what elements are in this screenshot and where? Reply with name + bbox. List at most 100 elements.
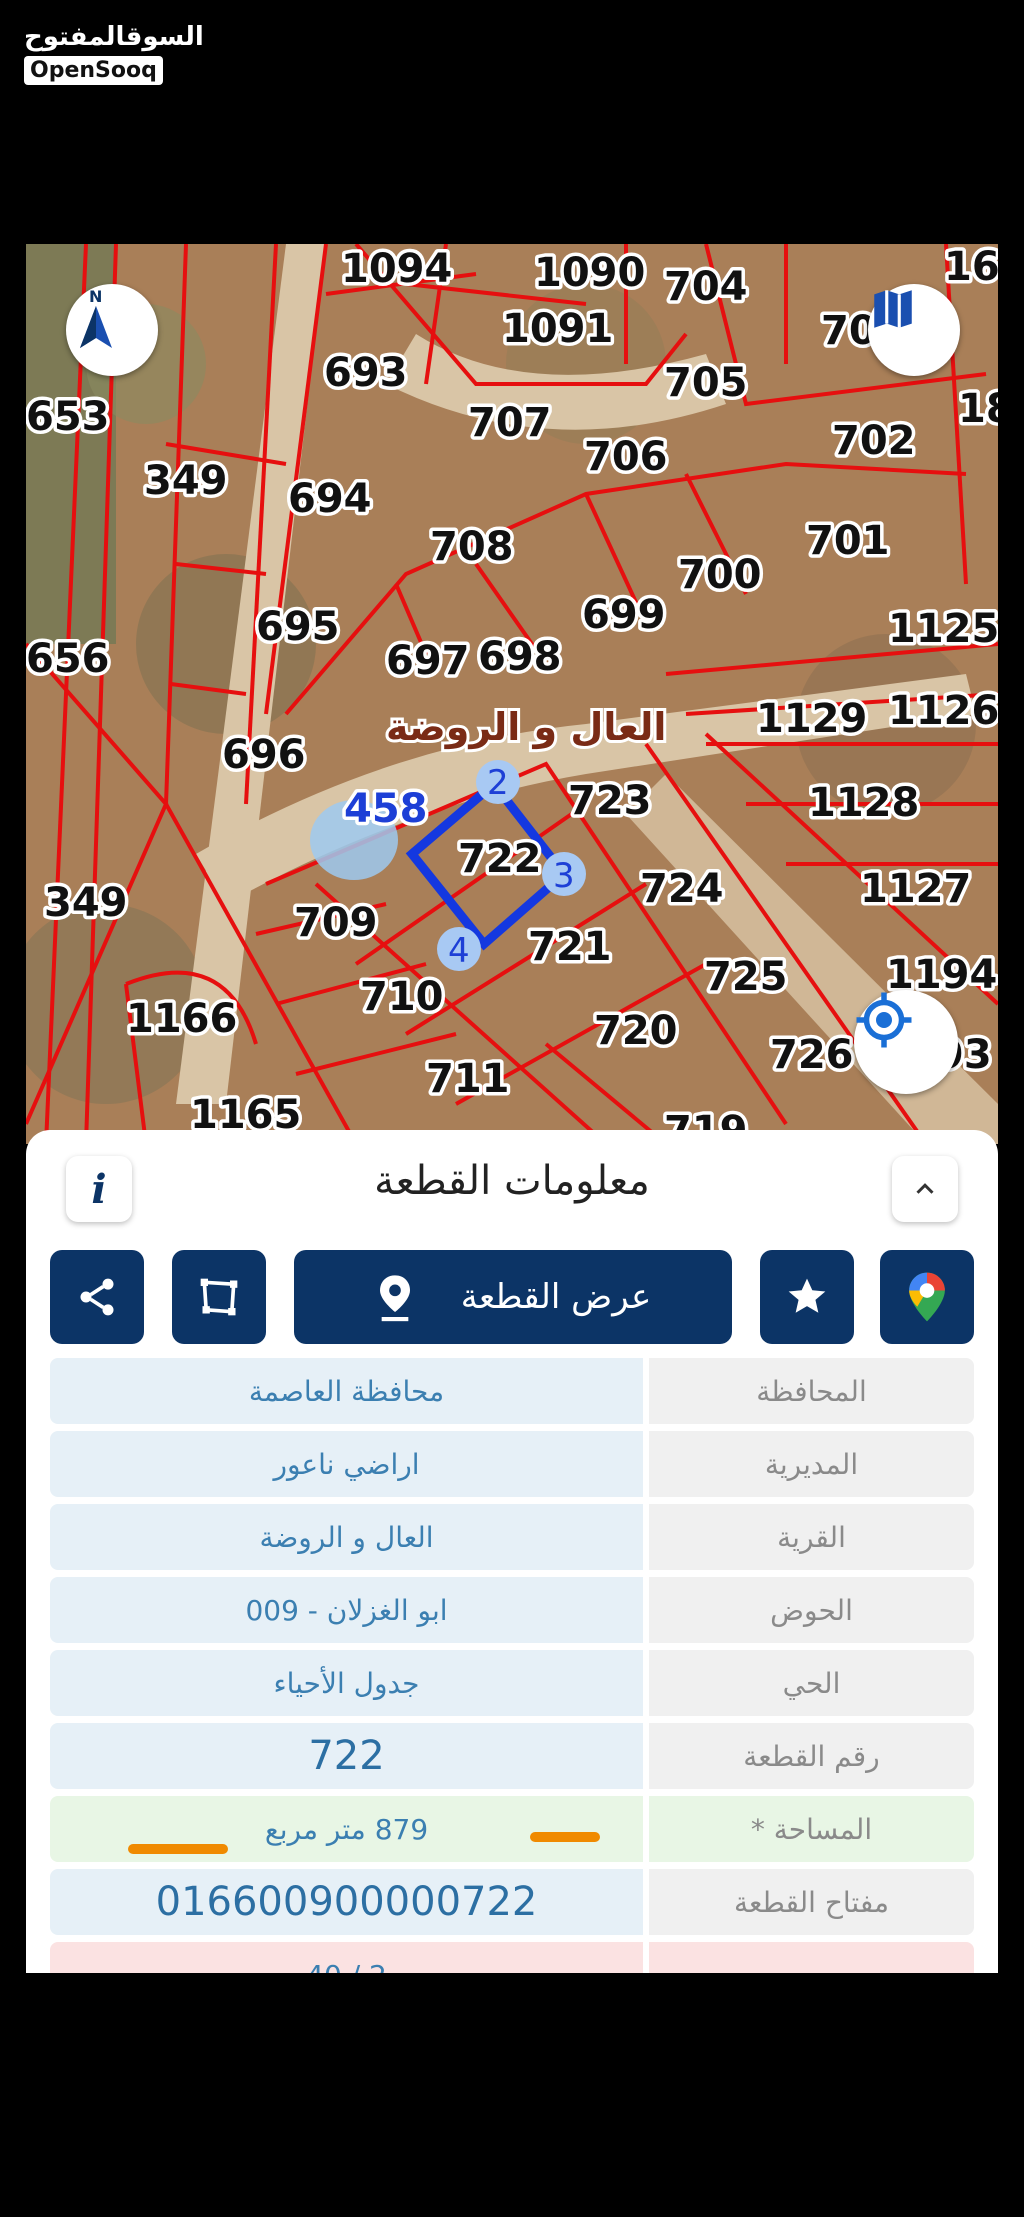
vertex-3-label: 3 xyxy=(553,856,575,896)
parcel-number-label: رقم القطعة xyxy=(649,1723,974,1789)
favorite-button[interactable] xyxy=(760,1250,854,1344)
parcel-label: 1126 xyxy=(888,688,998,734)
parcel-label: 706 xyxy=(584,434,668,480)
google-maps-icon xyxy=(909,1272,945,1322)
parcel-label: 1125 xyxy=(888,606,998,652)
parcel-label: 1094 xyxy=(341,246,452,292)
directorate-label: المديرية xyxy=(649,1431,974,1497)
parcel-label: 1129 xyxy=(756,696,867,742)
measure-area-button[interactable] xyxy=(172,1250,266,1344)
parcel-map[interactable]: 2 3 4 1094 1090 704 16 70 693 1091 705 1… xyxy=(26,244,998,1144)
table-row: اراضي ناعور المديرية xyxy=(50,1431,974,1497)
directorate-value: اراضي ناعور xyxy=(50,1431,643,1497)
parcel-label: 16 xyxy=(944,244,998,290)
parcel-label: 705 xyxy=(664,360,748,406)
parcel-label: 699 xyxy=(582,592,666,638)
partial-row-label xyxy=(649,1942,974,1973)
opensooq-watermark: السوقالمفتوح OpenSooq xyxy=(24,22,204,85)
watermark-english: OpenSooq xyxy=(24,56,163,85)
neighborhood-label: الحي xyxy=(649,1650,974,1716)
table-row: 722 رقم القطعة xyxy=(50,1723,974,1789)
table-row: جدول الأحياء الحي xyxy=(50,1650,974,1716)
parcel-info-panel: i معلومات القطعة عرض القطعة محافظة العاص… xyxy=(26,1130,998,1973)
parcel-label: 710 xyxy=(360,974,444,1020)
map-layers-button[interactable] xyxy=(868,284,960,376)
parcel-label: 700 xyxy=(678,552,762,598)
show-parcel-label: عرض القطعة xyxy=(460,1277,652,1317)
parcel-details-table: محافظة العاصمة المحافظة اراضي ناعور المد… xyxy=(50,1358,974,1973)
compass-icon: N xyxy=(80,287,112,348)
basin-label: الحوض xyxy=(649,1577,974,1643)
parcel-label: 1128 xyxy=(808,780,919,826)
parcel-label: 721 xyxy=(528,924,612,970)
star-icon xyxy=(788,1278,826,1313)
parcel-label: 698 xyxy=(478,634,562,680)
parcel-label: 704 xyxy=(664,264,748,310)
panel-title: معلومات القطعة xyxy=(374,1158,650,1204)
parcel-label: 723 xyxy=(568,778,652,824)
parcel-label: 720 xyxy=(594,1008,678,1054)
parcel-label: 725 xyxy=(704,954,788,1000)
parcel-label: 711 xyxy=(426,1056,510,1102)
scribble-mark xyxy=(128,1844,228,1854)
parcel-label: 1166 xyxy=(126,996,237,1042)
village-map-label: العال و الروضة xyxy=(386,705,666,750)
parcel-label: 18 xyxy=(958,386,998,432)
area-label: المساحة * xyxy=(649,1796,974,1862)
village-label: القرية xyxy=(649,1504,974,1570)
parcel-label: 1090 xyxy=(534,250,645,296)
share-icon xyxy=(80,1278,114,1316)
table-row: ابو الغزلان - 009 الحوض xyxy=(50,1577,974,1643)
parcel-label: 709 xyxy=(294,900,378,946)
parcel-label: 1091 xyxy=(502,306,613,352)
vertex-2-label: 2 xyxy=(487,763,509,803)
table-row: محافظة العاصمة المحافظة xyxy=(50,1358,974,1424)
table-row: 2 / 40 xyxy=(50,1942,974,1973)
north-label: N xyxy=(89,287,102,306)
action-toolbar: عرض القطعة xyxy=(26,1250,998,1344)
parcel-label: 349 xyxy=(144,458,228,504)
map-icon xyxy=(874,290,912,328)
chevron-up-icon xyxy=(916,1183,934,1194)
partial-row-value: 2 / 40 xyxy=(50,1942,643,1973)
parcel-label: 653 xyxy=(26,394,110,440)
google-maps-button[interactable] xyxy=(880,1250,974,1344)
parcel-label: 708 xyxy=(430,524,514,570)
show-parcel-button[interactable]: عرض القطعة xyxy=(294,1250,732,1344)
parcel-label: 694 xyxy=(288,476,372,522)
parcel-label-selected: 722 xyxy=(458,836,542,882)
parcel-label: 701 xyxy=(806,518,890,564)
basin-value: ابو الغزلان - 009 xyxy=(50,1577,643,1643)
watermark-arabic: السوقالمفتوح xyxy=(24,22,204,52)
parcel-label: 697 xyxy=(386,638,470,684)
panel-header: i معلومات القطعة xyxy=(26,1130,998,1240)
parcel-label: 349 xyxy=(44,880,128,926)
parcel-label: 1127 xyxy=(860,866,971,912)
parcel-key-label: مفتاح القطعة xyxy=(649,1869,974,1935)
parcel-label: 693 xyxy=(324,350,408,396)
table-row: 879 متر مربع المساحة * xyxy=(50,1796,974,1862)
parcel-label: 724 xyxy=(640,866,724,912)
governorate-label: المحافظة xyxy=(649,1358,974,1424)
parcel-label: 726 xyxy=(770,1032,854,1078)
my-location-button[interactable] xyxy=(854,990,958,1094)
north-compass-button[interactable]: N xyxy=(66,284,158,376)
parcel-label-selected-neighbor: 458 xyxy=(344,786,428,832)
vertex-4-label: 4 xyxy=(448,931,470,971)
parcel-label: 707 xyxy=(468,400,552,446)
map-canvas: 2 3 4 1094 1090 704 16 70 693 1091 705 1… xyxy=(26,244,998,1144)
governorate-value: محافظة العاصمة xyxy=(50,1358,643,1424)
village-value: العال و الروضة xyxy=(50,1504,643,1570)
polygon-icon xyxy=(200,1278,238,1316)
parcel-label: 702 xyxy=(832,418,916,464)
scribble-mark xyxy=(530,1832,600,1842)
table-row: العال و الروضة القرية xyxy=(50,1504,974,1570)
parcel-label: 696 xyxy=(222,732,306,778)
parcel-label: 656 xyxy=(26,636,110,682)
collapse-button[interactable] xyxy=(892,1156,958,1222)
share-button[interactable] xyxy=(50,1250,144,1344)
neighborhood-value: جدول الأحياء xyxy=(50,1650,643,1716)
location-pin-icon xyxy=(379,1275,410,1322)
table-row: 016600900000722 مفتاح القطعة xyxy=(50,1869,974,1935)
locate-icon xyxy=(856,992,912,1048)
